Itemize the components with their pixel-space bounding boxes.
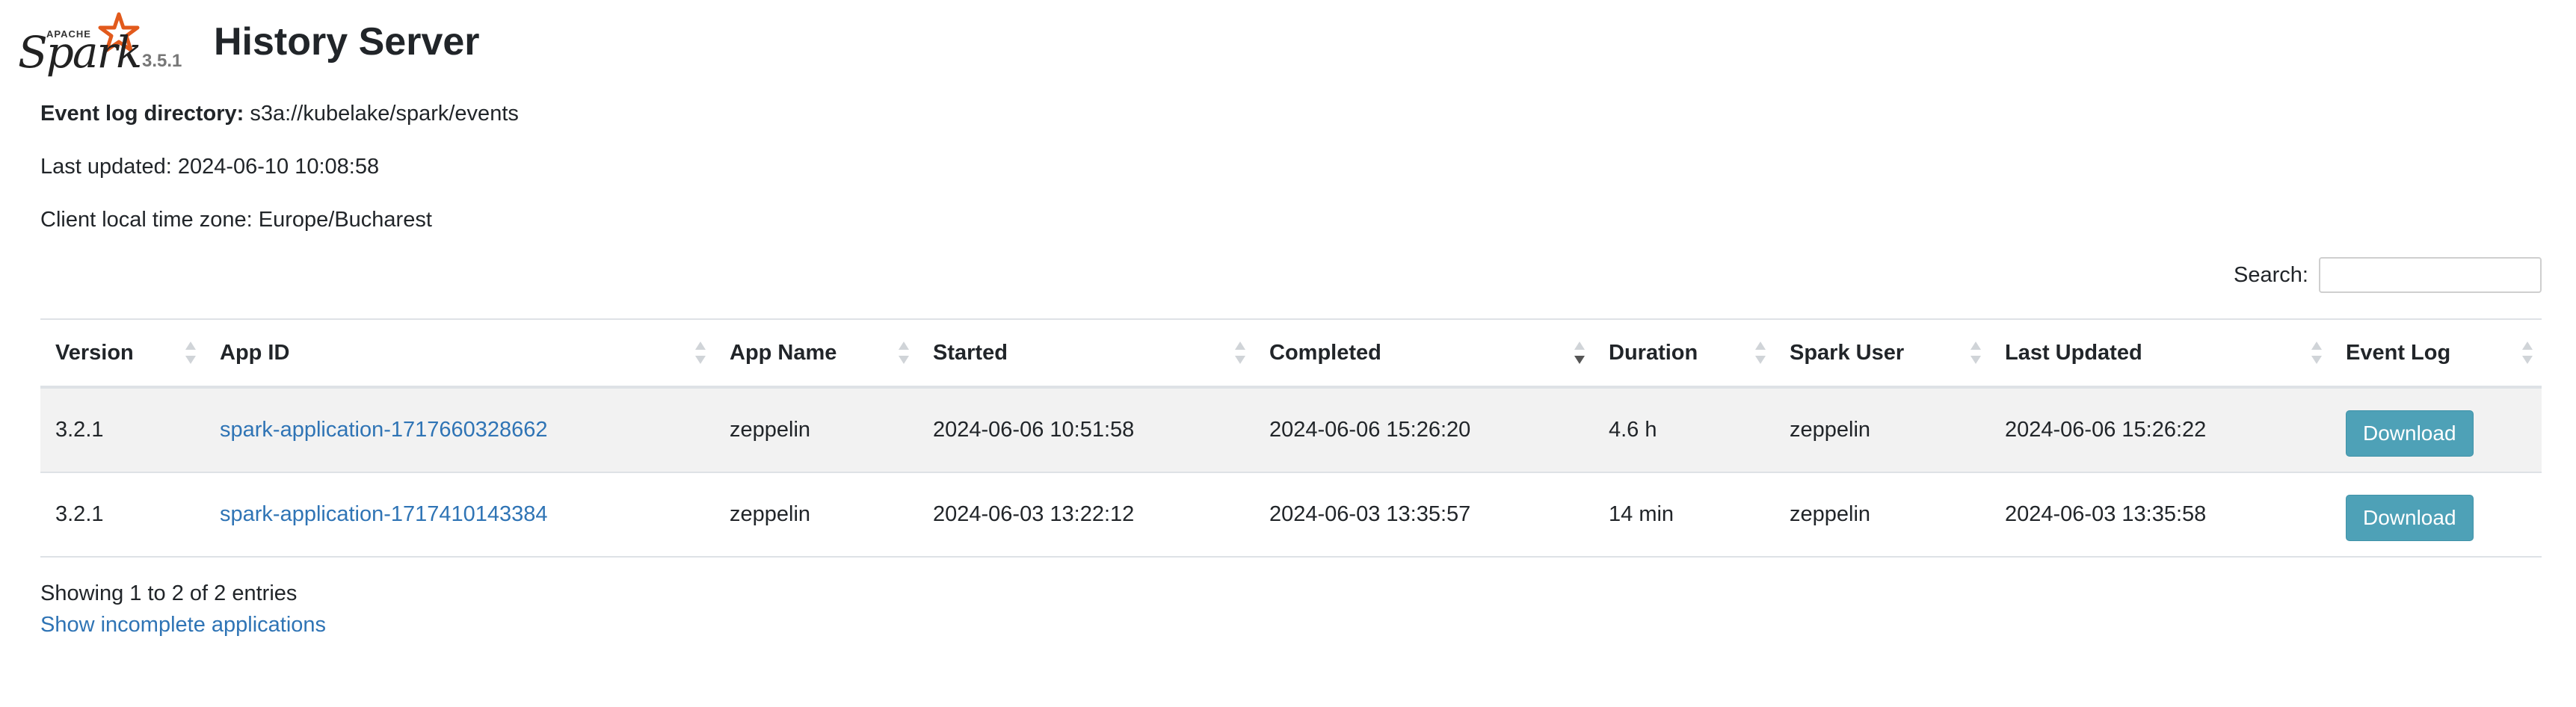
- cell-last-updated: 2024-06-03 13:35:58: [2005, 502, 2207, 526]
- cell-duration: 14 min: [1609, 502, 1674, 526]
- applications-table: Version App ID App Name Started Complete…: [40, 318, 2542, 558]
- cell-version: 3.2.1: [55, 418, 104, 442]
- sort-icon: [1755, 340, 1766, 365]
- search-input[interactable]: [2319, 257, 2542, 293]
- sort-icon: [1235, 340, 1245, 365]
- spark-version: 3.5.1: [142, 51, 182, 71]
- column-header-last-updated[interactable]: Last Updated: [1990, 320, 2331, 386]
- page-title: History Server: [214, 20, 480, 64]
- cell-app-name: zeppelin: [730, 418, 811, 442]
- download-button[interactable]: Download: [2346, 494, 2474, 541]
- cell-started: 2024-06-06 10:51:58: [933, 418, 1135, 442]
- entries-summary: Showing 1 to 2 of 2 entries: [40, 581, 298, 605]
- timezone-text: Client local time zone: Europe/Bucharest: [40, 208, 432, 232]
- history-server-page: APACHE Spark 3.5.1 History Server Event …: [0, 0, 2576, 707]
- app-id-link[interactable]: spark-application-1717660328662: [220, 418, 548, 442]
- cell-spark-user: zeppelin: [1790, 502, 1871, 526]
- column-header-event-log[interactable]: Event Log: [2331, 320, 2542, 386]
- cell-duration: 4.6 h: [1609, 418, 1657, 442]
- cell-last-updated: 2024-06-06 15:26:22: [2005, 418, 2207, 442]
- cell-event-log: Download: [2331, 389, 2542, 472]
- column-header-spark-user[interactable]: Spark User: [1775, 320, 1990, 386]
- cell-app-name: zeppelin: [730, 502, 811, 526]
- cell-version: 3.2.1: [55, 502, 104, 526]
- sort-descending-icon: [1574, 340, 1585, 365]
- cell-completed: 2024-06-03 13:35:57: [1269, 502, 1471, 526]
- page-header: APACHE Spark 3.5.1 History Server: [16, 9, 689, 78]
- cell-spark-user: zeppelin: [1790, 418, 1871, 442]
- table-row: 3.2.1 spark-application-1717660328662 ze…: [40, 389, 2542, 473]
- event-log-directory: Event log directory: s3a://kubelake/spar…: [40, 102, 519, 126]
- event-log-value: s3a://kubelake/spark/events: [250, 102, 519, 126]
- column-header-completed[interactable]: Completed: [1254, 320, 1594, 386]
- cell-started: 2024-06-03 13:22:12: [933, 502, 1135, 526]
- cell-event-log: Download: [2331, 473, 2542, 556]
- last-updated-text: Last updated: 2024-06-10 10:08:58: [40, 155, 380, 179]
- sort-icon: [2311, 340, 2322, 365]
- table-row: 3.2.1 spark-application-1717410143384 ze…: [40, 473, 2542, 558]
- sort-icon: [899, 340, 909, 365]
- search-box: Search:: [2234, 257, 2542, 293]
- download-button[interactable]: Download: [2346, 410, 2474, 457]
- logo-spark-text: Spark: [18, 27, 142, 78]
- sort-icon: [1970, 340, 1981, 365]
- table-header: Version App ID App Name Started Complete…: [40, 320, 2542, 389]
- sort-icon: [695, 340, 706, 365]
- column-header-started[interactable]: Started: [918, 320, 1254, 386]
- incomplete-apps-link-wrap: Show incomplete applications: [40, 613, 326, 637]
- sort-icon: [2522, 340, 2533, 365]
- cell-app-id: spark-application-1717410143384: [205, 473, 715, 556]
- show-incomplete-link[interactable]: Show incomplete applications: [40, 613, 326, 637]
- column-header-app-id[interactable]: App ID: [205, 320, 715, 386]
- cell-completed: 2024-06-06 15:26:20: [1269, 418, 1471, 442]
- app-id-link[interactable]: spark-application-1717410143384: [220, 502, 548, 527]
- column-header-version[interactable]: Version: [40, 320, 205, 386]
- sort-icon: [185, 340, 196, 365]
- spark-logo[interactable]: APACHE Spark: [16, 9, 142, 78]
- column-header-app-name[interactable]: App Name: [715, 320, 918, 386]
- event-log-label: Event log directory:: [40, 102, 244, 126]
- column-header-duration[interactable]: Duration: [1594, 320, 1775, 386]
- search-label: Search:: [2234, 262, 2308, 287]
- cell-app-id: spark-application-1717660328662: [205, 389, 715, 472]
